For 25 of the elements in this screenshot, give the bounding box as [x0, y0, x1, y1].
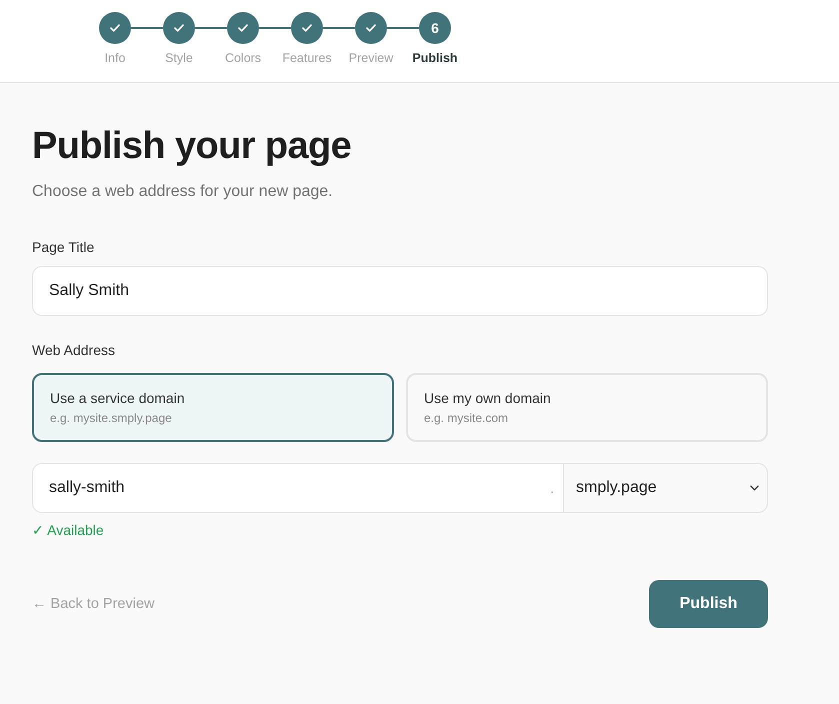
- check-icon: [110, 24, 120, 32]
- caret-icon: [750, 485, 759, 491]
- domain-option[interactable]: Use a service domain e.g. mysite.smply.page: [32, 373, 394, 442]
- domain-separator: .: [546, 463, 563, 513]
- page-subtitle: Choose a web address for your new page.: [32, 182, 334, 202]
- check-icon: [174, 24, 184, 32]
- publish-button[interactable]: Publish: [649, 580, 768, 628]
- availability-status: ✓ Available: [32, 521, 105, 540]
- step-label: Colors: [224, 50, 262, 66]
- step-label: Preview: [348, 50, 394, 66]
- field-label: Web Address: [32, 341, 116, 360]
- step-circle: 6: [419, 12, 451, 44]
- domain-option[interactable]: Use my own domain e.g. mysite.com: [406, 373, 768, 442]
- check-icon: [366, 24, 376, 32]
- page-title-input[interactable]: Sally Smith: [32, 266, 768, 316]
- page-heading: Publish your page: [32, 124, 352, 168]
- check-icon: [302, 24, 312, 32]
- step-label: Features: [282, 50, 332, 66]
- step-label: Publish: [412, 50, 458, 66]
- check-icon: [238, 24, 248, 32]
- step-label: Style: [165, 50, 193, 66]
- field-label: Page Title: [32, 238, 96, 257]
- domain-select[interactable]: smply.page: [563, 463, 768, 513]
- step-label: Info: [104, 50, 126, 66]
- subdomain-input[interactable]: sally-smith: [32, 463, 546, 513]
